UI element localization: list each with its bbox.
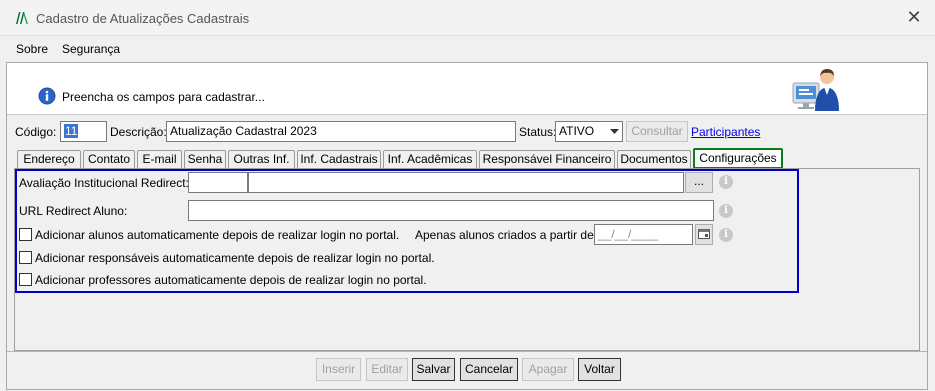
- footer-toolbar: Inserir Editar Salvar Cancelar Apagar Vo…: [7, 351, 927, 389]
- tab-page-configuracoes: Avaliação Institucional Redirect: ... i …: [14, 168, 920, 351]
- add-alunos-checkbox[interactable]: [19, 228, 32, 241]
- app-logo-icon: [16, 12, 28, 24]
- configuration-group: Avaliação Institucional Redirect: ... i …: [15, 169, 799, 293]
- user-at-computer-icon: [792, 69, 839, 111]
- descricao-label: Descrição:: [110, 125, 167, 139]
- codigo-value: 11: [64, 124, 79, 138]
- tab-senha[interactable]: Senha: [184, 150, 226, 169]
- browse-button[interactable]: ...: [685, 172, 713, 193]
- tab-documentos[interactable]: Documentos: [617, 150, 691, 169]
- add-professores-label: Adicionar professores automaticamente de…: [35, 273, 427, 287]
- apagar-button[interactable]: Apagar: [522, 358, 574, 381]
- tab-outras-inf[interactable]: Outras Inf.: [228, 150, 295, 169]
- add-alunos-label: Adicionar alunos automaticamente depois …: [35, 228, 400, 242]
- date-field[interactable]: __/__/____: [594, 224, 693, 245]
- avaliacao-desc-field[interactable]: [248, 172, 684, 193]
- add-responsaveis-label: Adicionar responsáveis automaticamente d…: [35, 251, 435, 265]
- chevron-down-icon: [610, 129, 619, 134]
- avaliacao-label: Avaliação Institucional Redirect:: [19, 176, 189, 190]
- info-icon[interactable]: i: [719, 175, 733, 189]
- main-panel: Preencha os campos para cadastrar... Cód…: [6, 62, 928, 390]
- header-banner: Preencha os campos para cadastrar...: [7, 63, 927, 115]
- tab-responsavel-financeiro[interactable]: Responsável Financeiro: [479, 150, 615, 169]
- info-icon[interactable]: i: [719, 228, 733, 242]
- cancelar-button[interactable]: Cancelar: [460, 358, 518, 381]
- tab-email[interactable]: E-mail: [137, 150, 182, 169]
- close-icon[interactable]: ✕: [905, 7, 923, 27]
- menu-seguranca[interactable]: Segurança: [62, 42, 120, 56]
- info-icon: [38, 87, 56, 105]
- window-title: Cadastro de Atualizações Cadastrais: [36, 11, 250, 26]
- calendar-icon: [698, 229, 710, 239]
- menu-sobre[interactable]: Sobre: [16, 42, 48, 56]
- voltar-button[interactable]: Voltar: [578, 358, 621, 381]
- participantes-link[interactable]: Participantes: [691, 125, 760, 139]
- codigo-field[interactable]: 11: [60, 121, 107, 142]
- status-label: Status:: [519, 125, 557, 139]
- status-value: ATIVO: [559, 124, 595, 138]
- salvar-button[interactable]: Salvar: [412, 358, 455, 381]
- banner-message: Preencha os campos para cadastrar...: [62, 90, 265, 104]
- add-professores-checkbox[interactable]: [19, 273, 32, 286]
- editar-button[interactable]: Editar: [366, 358, 408, 381]
- url-redirect-label: URL Redirect Aluno:: [19, 204, 128, 218]
- apenas-alunos-label: Apenas alunos criados a partir de:: [415, 228, 598, 242]
- status-select[interactable]: ATIVO: [555, 121, 623, 142]
- add-responsaveis-checkbox[interactable]: [19, 251, 32, 264]
- menu-bar: Sobre Segurança: [0, 36, 935, 62]
- url-redirect-field[interactable]: [188, 200, 714, 221]
- tab-contato[interactable]: Contato: [83, 150, 135, 169]
- tab-configuracoes[interactable]: Configurações: [693, 148, 783, 169]
- avaliacao-code-field[interactable]: [188, 172, 248, 193]
- calendar-button[interactable]: [695, 224, 713, 245]
- title-bar: Cadastro de Atualizações Cadastrais ✕: [0, 0, 935, 36]
- tab-inf-cadastrais[interactable]: Inf. Cadastrais: [297, 150, 381, 169]
- info-icon[interactable]: i: [719, 204, 733, 218]
- tab-inf-academicas[interactable]: Inf. Acadêmicas: [383, 150, 477, 169]
- consultar-button[interactable]: Consultar: [626, 121, 688, 142]
- inserir-button[interactable]: Inserir: [316, 358, 361, 381]
- tab-endereco[interactable]: Endereço: [17, 150, 81, 169]
- codigo-label: Código:: [15, 125, 57, 139]
- descricao-field[interactable]: Atualização Cadastral 2023: [166, 121, 516, 142]
